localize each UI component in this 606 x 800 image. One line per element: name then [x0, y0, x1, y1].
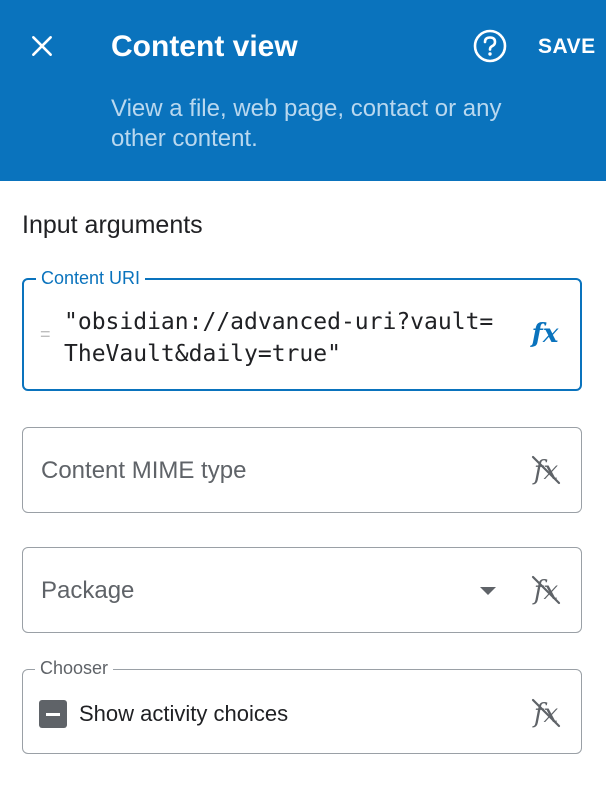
fx-off-icon: fx — [532, 698, 561, 729]
show-activity-choices-label[interactable]: Show activity choices — [79, 701, 288, 727]
package-dropdown-button[interactable] — [475, 578, 501, 604]
content-uri-fx-button[interactable]: fx — [524, 312, 566, 354]
fx-off-icon: fx — [532, 575, 561, 606]
page-subtitle: View a file, web page, contact or any ot… — [111, 95, 502, 152]
expression-prefix: = — [40, 324, 51, 344]
fx-off-icon: fx — [532, 455, 561, 486]
dropdown-arrow-icon — [480, 587, 496, 595]
section-heading: Input arguments — [22, 211, 203, 239]
close-button[interactable] — [22, 26, 62, 66]
content-uri-input[interactable]: "obsidian://advanced-uri?vault=TheVault&… — [64, 306, 504, 370]
save-button[interactable]: SAVE — [538, 34, 596, 60]
svg-text:fx: fx — [530, 319, 559, 349]
content-uri-label: Content URI — [36, 268, 146, 288]
package-fx-button[interactable]: fx — [525, 569, 567, 611]
content-mime-type-field[interactable]: Content MIME type fx — [22, 427, 582, 513]
help-button[interactable] — [470, 26, 510, 66]
fx-icon: fx — [530, 319, 559, 349]
chooser-label: Chooser — [35, 658, 114, 678]
chooser-fx-button[interactable]: fx — [525, 692, 567, 734]
help-icon — [473, 29, 507, 63]
chooser-field: Chooser Show activity choices fx — [22, 658, 582, 754]
app-bar: Content view SAVE View a file, web page,… — [0, 0, 606, 181]
show-activity-choices-checkbox[interactable] — [39, 700, 67, 728]
page-title: Content view — [111, 30, 298, 63]
content-uri-field[interactable]: Content URI = "obsidian://advanced-uri?v… — [22, 268, 582, 391]
close-icon — [32, 36, 52, 56]
mime-type-fx-button[interactable]: fx — [525, 449, 567, 491]
package-field[interactable]: Package fx — [22, 547, 582, 633]
indeterminate-checkbox-icon — [46, 712, 60, 716]
content-mime-type-input[interactable]: Content MIME type — [41, 456, 246, 486]
package-input[interactable]: Package — [41, 576, 134, 606]
